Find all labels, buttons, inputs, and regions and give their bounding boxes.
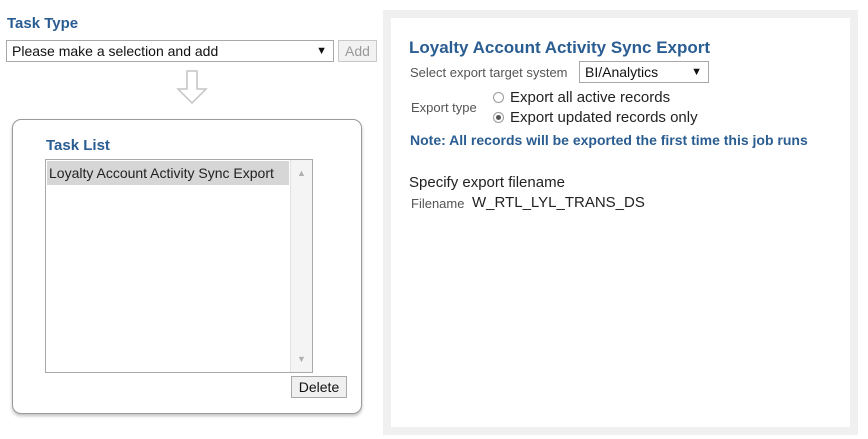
add-button[interactable]: Add bbox=[338, 40, 377, 62]
export-all-radio[interactable] bbox=[493, 92, 504, 103]
target-system-value: BI/Analytics bbox=[585, 64, 659, 80]
export-updated-radio[interactable] bbox=[493, 112, 504, 123]
export-all-label[interactable]: Export all active records bbox=[510, 89, 670, 106]
list-item[interactable]: Loyalty Account Activity Sync Export bbox=[47, 161, 289, 185]
listbox-scrollbar[interactable]: ▲ ▼ bbox=[290, 160, 312, 372]
scroll-down-icon[interactable]: ▼ bbox=[291, 350, 312, 368]
arrow-down-icon bbox=[176, 70, 208, 104]
task-type-select-value: Please make a selection and add bbox=[12, 43, 219, 59]
triangle-down-icon: ▼ bbox=[316, 45, 327, 57]
task-type-select[interactable]: Please make a selection and add ▼ bbox=[6, 40, 334, 62]
filename-label: Filename bbox=[411, 196, 465, 211]
task-list-heading: Task List bbox=[46, 137, 110, 154]
filename-value: W_RTL_LYL_TRANS_DS bbox=[472, 194, 645, 211]
task-builder: Task Type Please make a selection and ad… bbox=[0, 0, 383, 439]
scroll-up-icon[interactable]: ▲ bbox=[291, 164, 312, 182]
export-updated-label[interactable]: Export updated records only bbox=[510, 109, 698, 126]
task-listbox[interactable]: Loyalty Account Activity Sync Export ▲ ▼ bbox=[45, 159, 313, 373]
panel-title: Loyalty Account Activity Sync Export bbox=[409, 38, 711, 57]
filename-heading: Specify export filename bbox=[409, 174, 565, 191]
target-system-label: Select export target system bbox=[410, 65, 568, 80]
task-type-heading: Task Type bbox=[7, 15, 79, 32]
export-note: Note: All records will be exported the f… bbox=[410, 132, 808, 148]
target-system-select[interactable]: BI/Analytics ▼ bbox=[579, 61, 709, 83]
triangle-down-icon: ▼ bbox=[691, 66, 702, 78]
delete-button[interactable]: Delete bbox=[291, 376, 347, 398]
export-type-label: Export type bbox=[411, 100, 477, 115]
